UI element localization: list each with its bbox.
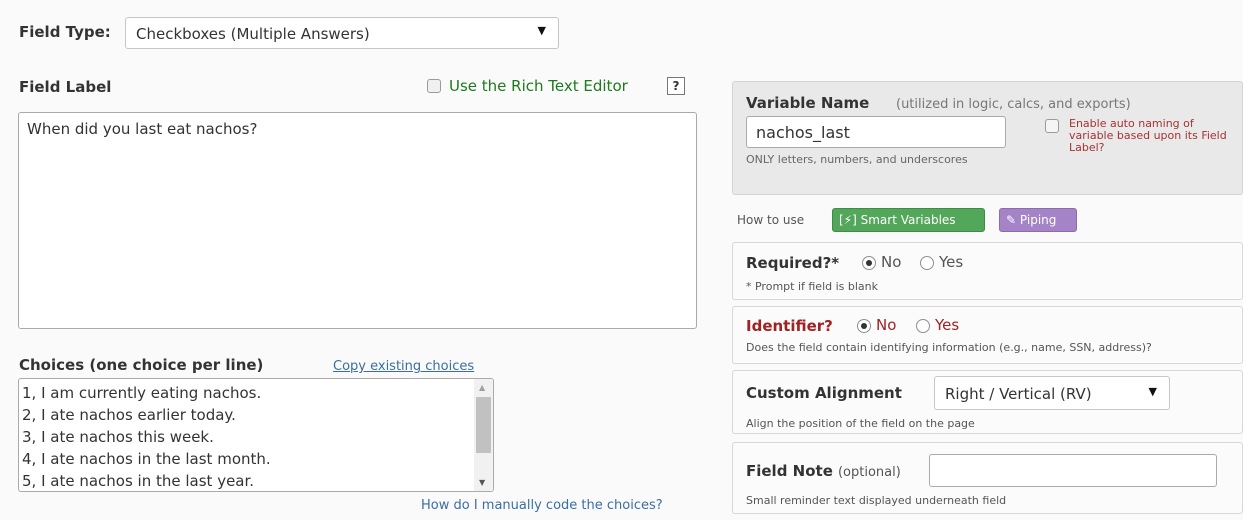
field-note-title-row: Field Note (optional) bbox=[746, 461, 901, 480]
field-note-title: Field Note bbox=[746, 462, 833, 480]
required-note: * Prompt if field is blank bbox=[746, 280, 879, 293]
auto-naming-label[interactable]: Enable auto naming of variable based upo… bbox=[1069, 118, 1239, 154]
required-yes-radio[interactable] bbox=[920, 256, 934, 270]
identifier-panel bbox=[732, 306, 1243, 364]
choice-line: 4, I ate nachos in the last month. bbox=[22, 450, 271, 468]
field-label-heading: Field Label bbox=[19, 78, 112, 96]
piping-label: Piping bbox=[1019, 213, 1057, 227]
variable-name-input[interactable]: nachos_last bbox=[746, 116, 1006, 148]
piping-button[interactable]: ✎ Piping bbox=[999, 208, 1077, 232]
alignment-selected: Right / Vertical (RV) bbox=[945, 385, 1092, 403]
required-yes-label[interactable]: Yes bbox=[939, 253, 963, 271]
copy-existing-choices-link[interactable]: Copy existing choices bbox=[333, 359, 474, 374]
rich-text-editor-checkbox[interactable] bbox=[427, 79, 441, 93]
identifier-no-radio[interactable] bbox=[857, 319, 871, 333]
identifier-title: Identifier? bbox=[746, 317, 833, 335]
dropdown-arrow-icon: ▼ bbox=[537, 24, 546, 37]
field-note-input[interactable] bbox=[929, 454, 1217, 487]
scrollbar-thumb[interactable] bbox=[476, 397, 491, 453]
field-note-help: Small reminder text displayed underneath… bbox=[746, 494, 1007, 507]
manual-code-choices-link[interactable]: How do I manually code the choices? bbox=[421, 498, 663, 513]
field-label-textarea[interactable]: When did you last eat nachos? bbox=[18, 112, 697, 329]
identifier-note: Does the field contain identifying infor… bbox=[746, 341, 1152, 354]
required-no-radio[interactable] bbox=[862, 256, 876, 270]
choice-line: 5, I ate nachos in the last year. bbox=[22, 472, 255, 490]
choices-textarea[interactable]: 1, I am currently eating nachos. 2, I at… bbox=[18, 378, 494, 492]
pencil-icon: ✎ bbox=[1006, 213, 1017, 227]
help-icon[interactable]: ? bbox=[667, 77, 685, 95]
scroll-up-icon[interactable]: ▲ bbox=[479, 383, 485, 392]
variable-name-title: Variable Name bbox=[746, 94, 870, 112]
variable-name-subtitle: (utilized in logic, calcs, and exports) bbox=[896, 97, 1131, 112]
scroll-down-icon[interactable]: ▼ bbox=[479, 478, 485, 487]
auto-naming-checkbox[interactable] bbox=[1045, 119, 1059, 133]
field-note-optional: (optional) bbox=[837, 465, 901, 480]
alignment-note: Align the position of the field on the p… bbox=[746, 417, 975, 430]
identifier-no-label[interactable]: No bbox=[876, 316, 896, 334]
variable-name-help: ONLY letters, numbers, and underscores bbox=[746, 153, 968, 166]
rich-text-editor-label[interactable]: Use the Rich Text Editor bbox=[449, 77, 628, 95]
dropdown-arrow-icon: ▼ bbox=[1148, 385, 1157, 398]
field-type-selected: Checkboxes (Multiple Answers) bbox=[136, 25, 370, 43]
alignment-select[interactable]: Right / Vertical (RV) ▼ bbox=[934, 376, 1170, 410]
required-no-label[interactable]: No bbox=[881, 253, 901, 271]
choice-line: 3, I ate nachos this week. bbox=[22, 428, 214, 446]
required-title: Required?* bbox=[746, 254, 840, 272]
choice-line: 1, I am currently eating nachos. bbox=[22, 384, 262, 402]
field-type-label: Field Type: bbox=[19, 23, 111, 41]
alignment-title: Custom Alignment bbox=[746, 384, 902, 402]
identifier-yes-radio[interactable] bbox=[916, 319, 930, 333]
choice-line: 2, I ate nachos earlier today. bbox=[22, 406, 236, 424]
identifier-yes-label[interactable]: Yes bbox=[935, 316, 959, 334]
field-type-select[interactable]: Checkboxes (Multiple Answers) ▼ bbox=[125, 17, 559, 49]
how-to-use-label: How to use bbox=[737, 213, 805, 227]
smart-variables-button[interactable]: [⚡] Smart Variables bbox=[832, 208, 985, 232]
choices-scrollbar[interactable]: ▲ ▼ bbox=[474, 379, 493, 491]
choices-label: Choices (one choice per line) bbox=[19, 356, 264, 374]
